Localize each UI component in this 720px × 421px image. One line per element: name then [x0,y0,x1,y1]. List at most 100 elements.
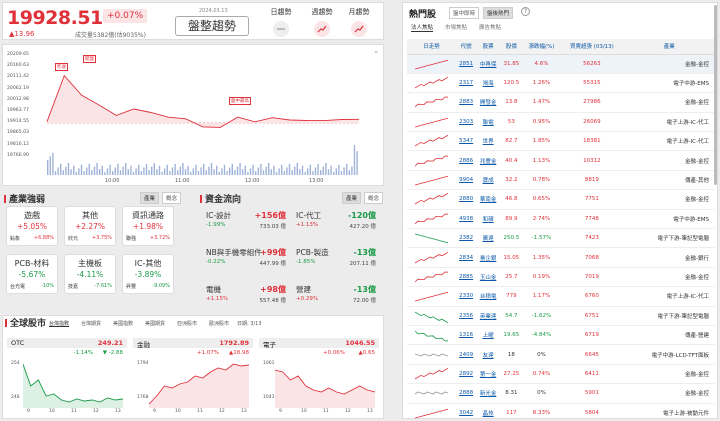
stock-name-text[interactable]: 晶技 [483,411,494,417]
table-row[interactable]: 2886 兆豐金 40.4 1.13% 10312 金融-金控 [407,150,715,171]
tab-us-futures[interactable]: 美國期貨 [145,320,165,327]
capital-card[interactable]: 營建 -13億 +0.29% 72.00 億 [294,282,378,318]
industry-card[interactable]: 其他 +2.27% 欣元 +3.75% [64,206,116,246]
stock-name-text[interactable]: 中再保 [480,62,497,68]
stock-name[interactable]: 台積電 [476,286,501,307]
stock-code-text[interactable]: 2409 [459,352,473,358]
stock-code[interactable]: 3042 [456,403,477,421]
tab-europe[interactable]: 歐洲股市 [209,320,229,327]
stock-name[interactable]: 廣達 [476,228,501,249]
tab-intraday[interactable]: 盤中即時 [449,7,480,19]
capital-card[interactable]: IC-設計 +156億 -1.99% 733.03 億 [204,208,288,244]
table-row[interactable]: 2851 中再保 31.85 4.6% 56263 金融-金控 [407,54,715,74]
stock-code-text[interactable]: 2888 [459,390,473,396]
stock-name-text[interactable]: 寶成 [483,178,494,184]
stock-code-text[interactable]: 2317 [459,80,473,86]
table-row[interactable]: 2885 玉山金 25.7 0.19% 7019 金融-金控 [407,267,715,288]
stock-name[interactable]: 聯電 [476,112,501,133]
table-row[interactable]: 9904 寶成 32.2 0.78% 8819 傳產-其他 [407,170,715,191]
stock-code[interactable]: 5347 [456,131,477,152]
stock-code[interactable]: 2880 [456,189,477,210]
stock-name[interactable]: 兆豐金 [476,150,501,171]
table-row[interactable]: 3042 晶技 117 8.33% 5804 電子上游-被動元件 [407,403,715,421]
question-icon[interactable]: ? [521,7,530,16]
stock-code[interactable]: 2885 [456,267,477,288]
table-row[interactable]: 2303 聯電 53 0.95% 26069 電子上游-IC-代工 [407,112,715,133]
stock-code-text[interactable]: 2883 [459,99,473,105]
stock-code[interactable]: 2834 [456,247,477,268]
stock-name-text[interactable]: 友達 [483,353,494,359]
monthly-trend-button[interactable]: 月趨勢 [343,7,375,37]
stock-name-text[interactable]: 第一金 [480,372,497,378]
stock-name[interactable]: 新光金 [476,383,501,404]
subtab-market[interactable]: 市場焦點 [445,23,467,31]
stock-name-text[interactable]: 新光金 [480,391,497,397]
stock-code[interactable]: 2303 [456,112,477,133]
industry-card[interactable]: PCB-材料 -5.67% 台光電 -10% [6,254,58,294]
table-row[interactable]: 2356 英業達 54.7 -1.62% 6751 電子下游-筆記型電腦 [407,306,715,326]
stock-name[interactable]: 第一金 [476,364,501,385]
table-row[interactable]: 5347 世界 82.7 1.85% 18381 電子上游-IC-代工 [407,131,715,152]
table-row[interactable]: 2834 臺企銀 15.05 1.35% 7068 金融-銀行 [407,247,715,268]
industry-card[interactable]: IC-其他 -3.89% 昇豐 -9.09% [122,254,174,294]
chevron-down-icon[interactable]: ⌄ [373,47,379,55]
stock-code[interactable]: 2883 [456,92,477,113]
weekly-trend-button[interactable]: 週趨勢 [306,7,338,37]
stock-code[interactable]: 2409 [456,344,477,365]
subtab-institutional[interactable]: 法人焦點 [411,23,434,32]
stock-name[interactable]: 玉山金 [476,267,501,288]
capital-toggle-concept[interactable]: 概念 [364,192,384,204]
stock-name[interactable]: 臺企銀 [476,247,501,268]
stock-code[interactable]: 1316 [456,325,477,346]
mini-chart-otc[interactable]: OTC 249.21 -1.14% ▼ -2.88 254 248 9 10 11 12 13 [7,338,127,418]
industry-toggle-industry[interactable]: 產業 [140,192,160,204]
table-row[interactable]: 2880 華南金 46.8 0.65% 7751 金融-金控 [407,189,715,210]
stock-name[interactable]: 英業達 [476,306,501,326]
stock-name[interactable]: 寶成 [476,170,501,191]
capital-card[interactable]: NB與手機零組件 +99億 -0.22% 447.99 億 [204,245,288,281]
stock-name[interactable]: 晶技 [476,403,501,421]
stock-code[interactable]: 2317 [456,73,477,94]
stock-code[interactable]: 4938 [456,209,477,230]
tab-tw-index[interactable]: 台灣指數 [49,320,69,327]
stock-code[interactable]: 2886 [456,150,477,171]
stock-code-text[interactable]: 1316 [459,332,473,338]
stock-code[interactable]: 2356 [456,306,477,326]
stock-code-text[interactable]: 5347 [459,138,473,144]
stock-code-text[interactable]: 2330 [459,293,473,299]
stock-code-text[interactable]: 2382 [459,235,473,241]
stock-name-text[interactable]: 兆豐金 [480,159,497,165]
industry-card[interactable]: 主機板 -4.11% 技嘉 -7.61% [64,254,116,294]
stock-code-text[interactable]: 2892 [459,371,473,377]
stock-name[interactable]: 鴻海 [476,73,501,94]
stock-code-text[interactable]: 2880 [459,196,473,202]
table-row[interactable]: 2888 新光金 8.31 0% 5901 金融-金控 [407,383,715,404]
table-row[interactable]: 2409 友達 18 0% 6645 電子中游-LCD-TFT面板 [407,344,715,365]
subtab-ads[interactable]: 廣告焦點 [479,23,501,31]
stock-name-text[interactable]: 臺企銀 [480,256,497,262]
capital-card[interactable]: 電機 +98億 +1.15% 557.48 億 [204,282,288,318]
table-row[interactable]: 2382 廣達 250.5 -1.57% 7423 電子下游-筆記型電腦 [407,228,715,249]
stock-code[interactable]: 2888 [456,383,477,404]
stock-code-text[interactable]: 2834 [459,255,473,261]
stock-code-text[interactable]: 2851 [459,61,473,67]
stock-name[interactable]: 中再保 [476,54,501,74]
stock-name-text[interactable]: 和碩 [483,217,494,223]
stock-name-text[interactable]: 英業達 [480,314,497,320]
stock-code-text[interactable]: 9904 [459,177,473,183]
stock-name-text[interactable]: 廣達 [483,236,494,242]
stock-code[interactable]: 2330 [456,286,477,307]
stock-code-text[interactable]: 2885 [459,274,473,280]
stock-name-text[interactable]: 玉山金 [480,275,497,281]
stock-name-text[interactable]: 上曜 [483,333,494,339]
stock-name[interactable]: 友達 [476,344,501,365]
table-row[interactable]: 2892 第一金 27.25 0.74% 6411 金融-金控 [407,364,715,385]
stock-code[interactable]: 2851 [456,54,477,74]
stock-code-text[interactable]: 4938 [459,216,473,222]
stock-name-text[interactable]: 聯電 [483,120,494,126]
stock-name-text[interactable]: 世界 [483,139,494,145]
tab-us-index[interactable]: 美國指數 [113,320,133,327]
tab-asia[interactable]: 亞洲股市 [177,320,197,327]
scrollbar[interactable] [714,5,717,185]
stock-name-text[interactable]: 華南金 [480,197,497,203]
